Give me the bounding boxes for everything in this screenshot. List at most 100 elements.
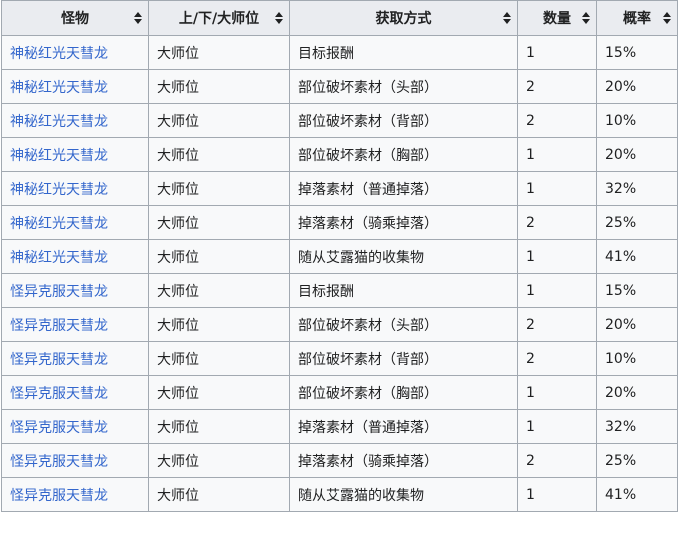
cell-monster: 神秘红光天彗龙 bbox=[1, 171, 149, 206]
drop-table-container: 怪物 上/下/大师位 获取方式 数量 概率 神秘红光天彗龙 大师位 目标报酬 1… bbox=[0, 0, 679, 542]
table-row: 神秘红光天彗龙 大师位 掉落素材（骑乘掉落） 2 25% bbox=[1, 205, 678, 240]
sort-arrows-icon[interactable] bbox=[582, 12, 590, 24]
sort-arrows-icon[interactable] bbox=[134, 12, 142, 24]
cell-count: 2 bbox=[517, 103, 597, 138]
sort-arrows-icon[interactable] bbox=[503, 12, 511, 24]
cell-rate: 25% bbox=[596, 205, 678, 240]
monster-link[interactable]: 怪异克服天彗龙 bbox=[10, 488, 108, 504]
cell-rate: 32% bbox=[596, 171, 678, 206]
cell-rate: 20% bbox=[596, 137, 678, 172]
column-header-monster[interactable]: 怪物 bbox=[1, 0, 149, 36]
cell-method: 掉落素材（普通掉落） bbox=[289, 409, 518, 444]
monster-link[interactable]: 神秘红光天彗龙 bbox=[10, 216, 108, 232]
cell-monster: 神秘红光天彗龙 bbox=[1, 103, 149, 138]
monster-link[interactable]: 神秘红光天彗龙 bbox=[10, 80, 108, 96]
table-row: 神秘红光天彗龙 大师位 部位破坏素材（胸部） 1 20% bbox=[1, 137, 678, 172]
sort-arrows-icon[interactable] bbox=[663, 12, 671, 24]
cell-count: 1 bbox=[517, 239, 597, 274]
monster-link[interactable]: 怪异克服天彗龙 bbox=[10, 454, 108, 470]
cell-monster: 怪异克服天彗龙 bbox=[1, 375, 149, 410]
table-row: 神秘红光天彗龙 大师位 掉落素材（普通掉落） 1 32% bbox=[1, 171, 678, 206]
cell-monster: 神秘红光天彗龙 bbox=[1, 35, 149, 70]
cell-count: 2 bbox=[517, 205, 597, 240]
cell-count: 2 bbox=[517, 341, 597, 376]
table-row: 怪异克服天彗龙 大师位 部位破坏素材（背部） 2 10% bbox=[1, 341, 678, 376]
cell-rate: 10% bbox=[596, 341, 678, 376]
cell-method: 部位破坏素材（背部） bbox=[289, 103, 518, 138]
table-body: 神秘红光天彗龙 大师位 目标报酬 1 15% 神秘红光天彗龙 大师位 部位破坏素材（头部） 2 2… bbox=[1, 35, 678, 512]
table-row: 怪异克服天彗龙 大师位 随从艾露猫的收集物 1 41% bbox=[1, 477, 678, 512]
sort-arrows-icon[interactable] bbox=[275, 12, 283, 24]
cell-method: 掉落素材（骑乘掉落） bbox=[289, 205, 518, 240]
cell-count: 2 bbox=[517, 307, 597, 342]
column-header-label: 概率 bbox=[623, 11, 651, 27]
cell-monster: 怪异克服天彗龙 bbox=[1, 273, 149, 308]
cell-monster: 神秘红光天彗龙 bbox=[1, 69, 149, 104]
cell-method: 掉落素材（骑乘掉落） bbox=[289, 443, 518, 478]
cell-count: 2 bbox=[517, 443, 597, 478]
cell-count: 1 bbox=[517, 273, 597, 308]
monster-link[interactable]: 神秘红光天彗龙 bbox=[10, 46, 108, 62]
monster-link[interactable]: 神秘红光天彗龙 bbox=[10, 114, 108, 130]
monster-link[interactable]: 神秘红光天彗龙 bbox=[10, 148, 108, 164]
table-row: 神秘红光天彗龙 大师位 目标报酬 1 15% bbox=[1, 35, 678, 70]
cell-rate: 10% bbox=[596, 103, 678, 138]
cell-count: 2 bbox=[517, 69, 597, 104]
cell-rank: 大师位 bbox=[148, 273, 290, 308]
header-row: 怪物 上/下/大师位 获取方式 数量 概率 bbox=[1, 0, 678, 36]
cell-count: 1 bbox=[517, 171, 597, 206]
monster-link[interactable]: 神秘红光天彗龙 bbox=[10, 182, 108, 198]
cell-method: 部位破坏素材（头部） bbox=[289, 307, 518, 342]
table-row: 神秘红光天彗龙 大师位 部位破坏素材（头部） 2 20% bbox=[1, 69, 678, 104]
column-header-method[interactable]: 获取方式 bbox=[289, 0, 518, 36]
cell-method: 部位破坏素材（胸部） bbox=[289, 137, 518, 172]
cell-count: 1 bbox=[517, 477, 597, 512]
monster-link[interactable]: 神秘红光天彗龙 bbox=[10, 250, 108, 266]
cell-monster: 怪异克服天彗龙 bbox=[1, 443, 149, 478]
column-header-count[interactable]: 数量 bbox=[517, 0, 597, 36]
table-row: 怪异克服天彗龙 大师位 目标报酬 1 15% bbox=[1, 273, 678, 308]
cell-rate: 41% bbox=[596, 477, 678, 512]
table-row: 神秘红光天彗龙 大师位 部位破坏素材（背部） 2 10% bbox=[1, 103, 678, 138]
cell-method: 掉落素材（普通掉落） bbox=[289, 171, 518, 206]
cell-count: 1 bbox=[517, 137, 597, 172]
monster-link[interactable]: 怪异克服天彗龙 bbox=[10, 352, 108, 368]
cell-rank: 大师位 bbox=[148, 205, 290, 240]
cell-rank: 大师位 bbox=[148, 171, 290, 206]
drop-table: 怪物 上/下/大师位 获取方式 数量 概率 神秘红光天彗龙 大师位 目标报酬 1… bbox=[1, 0, 678, 512]
table-row: 神秘红光天彗龙 大师位 随从艾露猫的收集物 1 41% bbox=[1, 239, 678, 274]
cell-count: 1 bbox=[517, 375, 597, 410]
cell-monster: 怪异克服天彗龙 bbox=[1, 341, 149, 376]
column-header-label: 怪物 bbox=[61, 11, 89, 27]
cell-rank: 大师位 bbox=[148, 443, 290, 478]
cell-method: 部位破坏素材（背部） bbox=[289, 341, 518, 376]
cell-rank: 大师位 bbox=[148, 375, 290, 410]
cell-monster: 神秘红光天彗龙 bbox=[1, 137, 149, 172]
column-header-label: 上/下/大师位 bbox=[178, 11, 260, 27]
cell-monster: 怪异克服天彗龙 bbox=[1, 477, 149, 512]
table-row: 怪异克服天彗龙 大师位 掉落素材（普通掉落） 1 32% bbox=[1, 409, 678, 444]
monster-link[interactable]: 怪异克服天彗龙 bbox=[10, 284, 108, 300]
cell-rate: 25% bbox=[596, 443, 678, 478]
cell-rank: 大师位 bbox=[148, 409, 290, 444]
table-row: 怪异克服天彗龙 大师位 部位破坏素材（胸部） 1 20% bbox=[1, 375, 678, 410]
cell-method: 部位破坏素材（头部） bbox=[289, 69, 518, 104]
cell-rate: 20% bbox=[596, 375, 678, 410]
table-row: 怪异克服天彗龙 大师位 掉落素材（骑乘掉落） 2 25% bbox=[1, 443, 678, 478]
cell-method: 随从艾露猫的收集物 bbox=[289, 477, 518, 512]
monster-link[interactable]: 怪异克服天彗龙 bbox=[10, 318, 108, 334]
cell-rate: 32% bbox=[596, 409, 678, 444]
cell-rate: 20% bbox=[596, 69, 678, 104]
table-row: 怪异克服天彗龙 大师位 部位破坏素材（头部） 2 20% bbox=[1, 307, 678, 342]
column-header-rate[interactable]: 概率 bbox=[596, 0, 678, 36]
column-header-rank[interactable]: 上/下/大师位 bbox=[148, 0, 290, 36]
monster-link[interactable]: 怪异克服天彗龙 bbox=[10, 420, 108, 436]
cell-rate: 15% bbox=[596, 35, 678, 70]
cell-count: 1 bbox=[517, 409, 597, 444]
cell-monster: 怪异克服天彗龙 bbox=[1, 307, 149, 342]
cell-rate: 15% bbox=[596, 273, 678, 308]
cell-rate: 41% bbox=[596, 239, 678, 274]
cell-count: 1 bbox=[517, 35, 597, 70]
column-header-label: 数量 bbox=[543, 11, 571, 27]
monster-link[interactable]: 怪异克服天彗龙 bbox=[10, 386, 108, 402]
